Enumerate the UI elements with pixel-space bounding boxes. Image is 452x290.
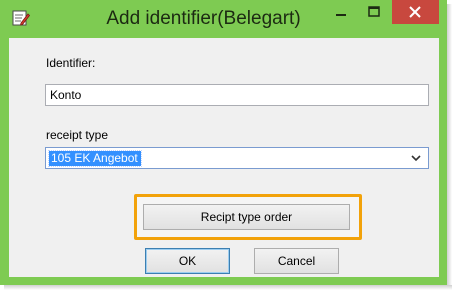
window-shadow-right xyxy=(447,4,452,290)
receipt-type-selected-value: 105 EK Angebot xyxy=(48,150,142,167)
close-icon xyxy=(409,6,421,18)
title-bar[interactable]: Add identifier(Belegart) xyxy=(0,0,447,38)
identifier-label: Identifier: xyxy=(46,56,96,70)
maximize-button[interactable] xyxy=(360,0,388,24)
minimize-icon xyxy=(336,14,346,16)
dialog-content: Identifier: Konto receipt type 105 EK An… xyxy=(9,38,439,277)
receipt-type-order-button[interactable]: Recipt type order xyxy=(143,204,350,230)
chevron-down-icon[interactable] xyxy=(410,152,422,167)
cancel-button[interactable]: Cancel xyxy=(254,248,339,274)
maximize-icon xyxy=(368,6,380,17)
receipt-type-label: receipt type xyxy=(46,128,109,142)
receipt-type-select[interactable]: 105 EK Angebot xyxy=(45,147,429,169)
identifier-input[interactable]: Konto xyxy=(45,84,429,106)
window-shadow-bottom xyxy=(4,285,452,290)
close-button[interactable] xyxy=(392,0,439,24)
dialog-window: Add identifier(Belegart) Identifier: Kon… xyxy=(0,0,447,285)
minimize-button[interactable] xyxy=(328,0,354,24)
ok-button[interactable]: OK xyxy=(145,248,230,274)
